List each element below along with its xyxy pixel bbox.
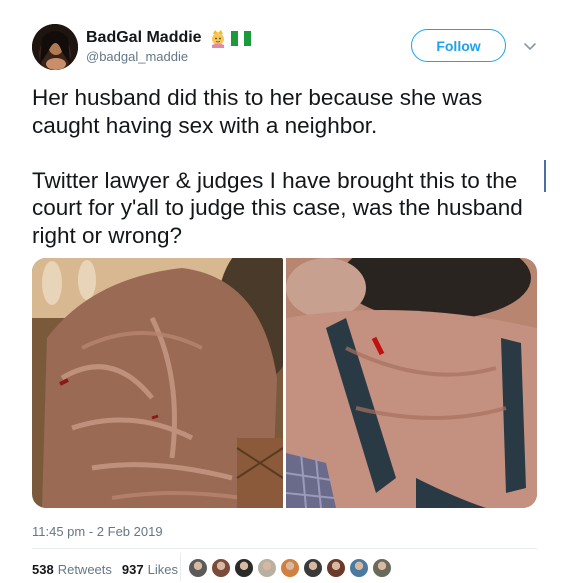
- retweets-label: Retweets: [57, 562, 112, 577]
- tweet-stats: 538 Retweets 937 Likes: [32, 562, 188, 577]
- media-photo-2[interactable]: [286, 258, 537, 508]
- liker-avatar[interactable]: [188, 558, 208, 578]
- likes-label: Likes: [147, 562, 178, 577]
- follow-button[interactable]: Follow: [411, 29, 506, 62]
- author-handle[interactable]: @badgal_maddie: [86, 49, 188, 64]
- liker-avatar[interactable]: [280, 558, 300, 578]
- likes-stat[interactable]: 937 Likes: [122, 562, 178, 577]
- liker-avatar[interactable]: [257, 558, 277, 578]
- media-photo-1[interactable]: [32, 258, 283, 508]
- liker-avatar[interactable]: [211, 558, 231, 578]
- liker-avatar[interactable]: [303, 558, 323, 578]
- liker-avatar[interactable]: [372, 558, 392, 578]
- divider: [32, 548, 537, 549]
- liker-avatar[interactable]: [326, 558, 346, 578]
- tweet-timestamp[interactable]: 11:45 pm - 2 Feb 2019: [32, 524, 163, 539]
- retweets-stat[interactable]: 538 Retweets: [32, 562, 112, 577]
- nigeria-flag-icon: [230, 30, 251, 46]
- tweet-text: Her husband did this to her because she …: [32, 85, 523, 248]
- chevron-down-icon[interactable]: [522, 38, 538, 54]
- liker-avatar[interactable]: [234, 558, 254, 578]
- tweet-card: BadGal Maddie @badgal_maddie Follow Her …: [0, 0, 570, 583]
- author-name-row: BadGal Maddie: [86, 28, 251, 48]
- liker-avatars: [188, 558, 392, 578]
- author-emoji-group: [208, 28, 251, 48]
- text-cursor: [544, 160, 546, 192]
- author-display-name[interactable]: BadGal Maddie: [86, 29, 202, 47]
- avatar-image: [32, 24, 78, 70]
- likes-count: 937: [121, 562, 144, 577]
- retweets-count: 538: [32, 562, 54, 577]
- media-grid: [32, 258, 537, 508]
- liker-avatar[interactable]: [349, 558, 369, 578]
- princess-emoji-icon: [211, 30, 224, 48]
- avatar[interactable]: [32, 24, 78, 70]
- stats-separator: [180, 553, 181, 581]
